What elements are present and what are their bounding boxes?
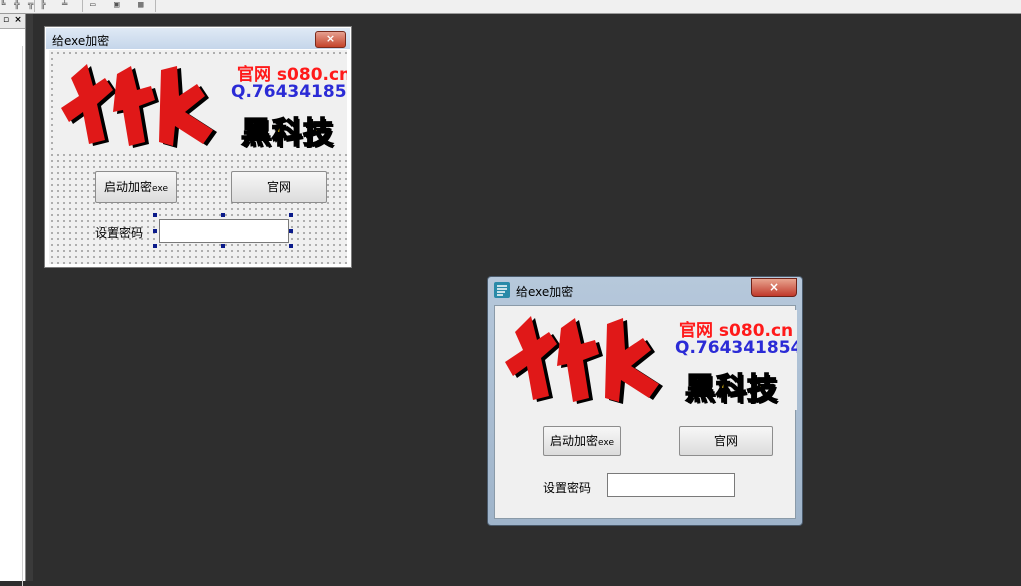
selection-handle[interactable] <box>289 229 293 233</box>
selection-handle[interactable] <box>153 213 157 217</box>
start-encrypt-button[interactable]: 启动加密exe <box>543 426 621 456</box>
space-vertical-icon[interactable]: ╠ <box>40 0 45 11</box>
close-icon[interactable]: × <box>13 15 23 26</box>
app-icon <box>494 282 510 298</box>
password-input[interactable] <box>159 219 289 243</box>
align-left-icon[interactable]: ╚ <box>0 0 5 11</box>
selection-handle[interactable] <box>289 213 293 217</box>
banner-image: 官网 s080.cn Q.764341854 黑科技 <box>501 310 797 410</box>
size-grid-icon[interactable]: ▦ <box>138 0 143 11</box>
banner-image: 官网 s080.cn Q.764341854 黑科技 <box>57 58 347 154</box>
selection-handle[interactable] <box>289 244 293 248</box>
start-encrypt-button[interactable]: 启动加密exe <box>95 171 177 203</box>
start-encrypt-label: 启动加密exe <box>96 172 176 204</box>
selection-handle[interactable] <box>153 229 157 233</box>
website-button[interactable]: 官网 <box>231 171 327 203</box>
toolbar-separator <box>82 0 83 12</box>
running-app-window[interactable]: 给exe加密 × 官网 s080.cn Q.764341854 黑科技 启动加密… <box>487 276 803 526</box>
banner-qq-text: Q.764341854 <box>231 82 347 102</box>
start-encrypt-label: 启动加密exe <box>544 427 620 457</box>
toolbar-separator <box>34 0 35 12</box>
properties-panel: ▫ × <box>0 14 26 586</box>
start-encrypt-label-suffix: exe <box>598 438 614 448</box>
size-width-icon[interactable]: ╧ <box>62 0 67 11</box>
banner-slogan-text: 黑科技 <box>240 115 334 152</box>
selection-handle[interactable] <box>221 244 225 248</box>
designer-form-titlebar[interactable]: 给exe加密 × <box>46 28 350 49</box>
designer-form-title: 给exe加密 <box>52 34 110 48</box>
running-window-client: 官网 s080.cn Q.764341854 黑科技 启动加密exe 官网 设置… <box>494 305 797 519</box>
password-input[interactable] <box>607 473 735 497</box>
panel-body <box>0 46 23 586</box>
website-button-label: 官网 <box>266 180 291 194</box>
start-encrypt-label-main: 启动加密 <box>550 434 599 448</box>
website-button[interactable]: 官网 <box>679 426 773 456</box>
banner-qq-text: Q.764341854 <box>675 338 797 358</box>
panel-header: ▫ × <box>0 14 25 29</box>
size-both-icon[interactable]: ▣ <box>114 0 119 11</box>
close-icon[interactable]: × <box>315 31 346 48</box>
banner-slogan-text: 黑科技 <box>684 371 778 408</box>
start-encrypt-label-main: 启动加密 <box>104 180 153 194</box>
workspace-edge <box>26 14 33 581</box>
designer-form-window[interactable]: 给exe加密 × 官网 s080.cn Q.764341854 黑科技 启动加密… <box>44 26 352 268</box>
designer-form-canvas[interactable]: 官网 s080.cn Q.764341854 黑科技 启动加密exe 官网 设置… <box>49 50 347 264</box>
selection-handle[interactable] <box>153 244 157 248</box>
toolbar-separator <box>155 0 156 12</box>
align-center-icon[interactable]: ╬ <box>14 0 19 11</box>
designer-toolbar: ╚ ╬ ╦ ╠ ╧ ▭ ▣ ▦ <box>0 0 1021 14</box>
restore-icon[interactable]: ▫ <box>1 15 11 26</box>
website-button-label: 官网 <box>713 434 738 448</box>
password-label: 设置密码 <box>95 226 144 240</box>
password-label: 设置密码 <box>543 481 592 495</box>
running-window-title: 给exe加密 <box>516 285 574 299</box>
start-encrypt-label-suffix: exe <box>152 184 168 194</box>
space-horizontal-icon[interactable]: ╦ <box>28 0 33 11</box>
size-height-icon[interactable]: ▭ <box>90 0 95 11</box>
selection-handle[interactable] <box>221 213 225 217</box>
close-icon[interactable]: × <box>751 278 797 297</box>
